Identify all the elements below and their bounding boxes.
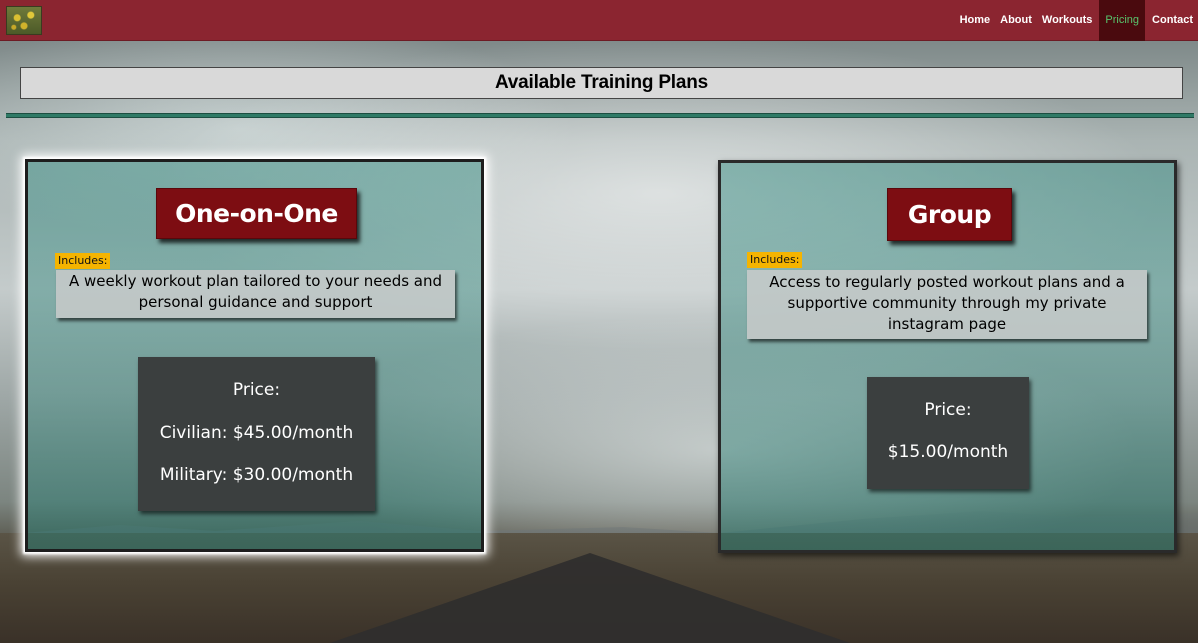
page-title: Available Training Plans — [494, 72, 709, 93]
price-label: Price: — [232, 380, 281, 400]
nav-link-pricing[interactable]: Pricing — [1099, 0, 1146, 41]
price-box: Price: $15.00/month — [867, 377, 1029, 489]
includes-tag: Includes: — [747, 252, 803, 268]
price-military: Military: $30.00/month — [159, 465, 354, 485]
nav-links: Home About Workouts Pricing Contact — [955, 0, 1198, 41]
nav-link-contact[interactable]: Contact — [1149, 0, 1196, 41]
nav-link-home[interactable]: Home — [957, 0, 994, 41]
includes-description: Access to regularly posted workout plans… — [747, 270, 1147, 339]
plan-name-one-on-one: One-on-One — [156, 188, 357, 239]
page-title-box: Available Training Plans — [20, 67, 1183, 99]
includes-tag: Includes: — [55, 253, 111, 269]
navbar: Home About Workouts Pricing Contact — [0, 0, 1198, 41]
price-box: Price: Civilian: $45.00/month Military: … — [138, 357, 375, 511]
title-divider — [6, 113, 1194, 118]
price-label: Price: — [924, 400, 972, 420]
price-civilian: Civilian: $45.00/month — [159, 423, 354, 443]
background-road — [330, 553, 850, 643]
nav-link-workouts[interactable]: Workouts — [1039, 0, 1096, 41]
plan-card-one-on-one: One-on-One Includes: A weekly workout pl… — [25, 159, 484, 552]
site-logo[interactable] — [6, 5, 42, 35]
nav-link-about[interactable]: About — [997, 0, 1035, 41]
includes-description: A weekly workout plan tailored to your n… — [56, 270, 455, 318]
plan-card-group: Group Includes: Access to regularly post… — [718, 160, 1177, 553]
price-group: $15.00/month — [887, 442, 1009, 462]
plan-name-group: Group — [887, 188, 1012, 241]
